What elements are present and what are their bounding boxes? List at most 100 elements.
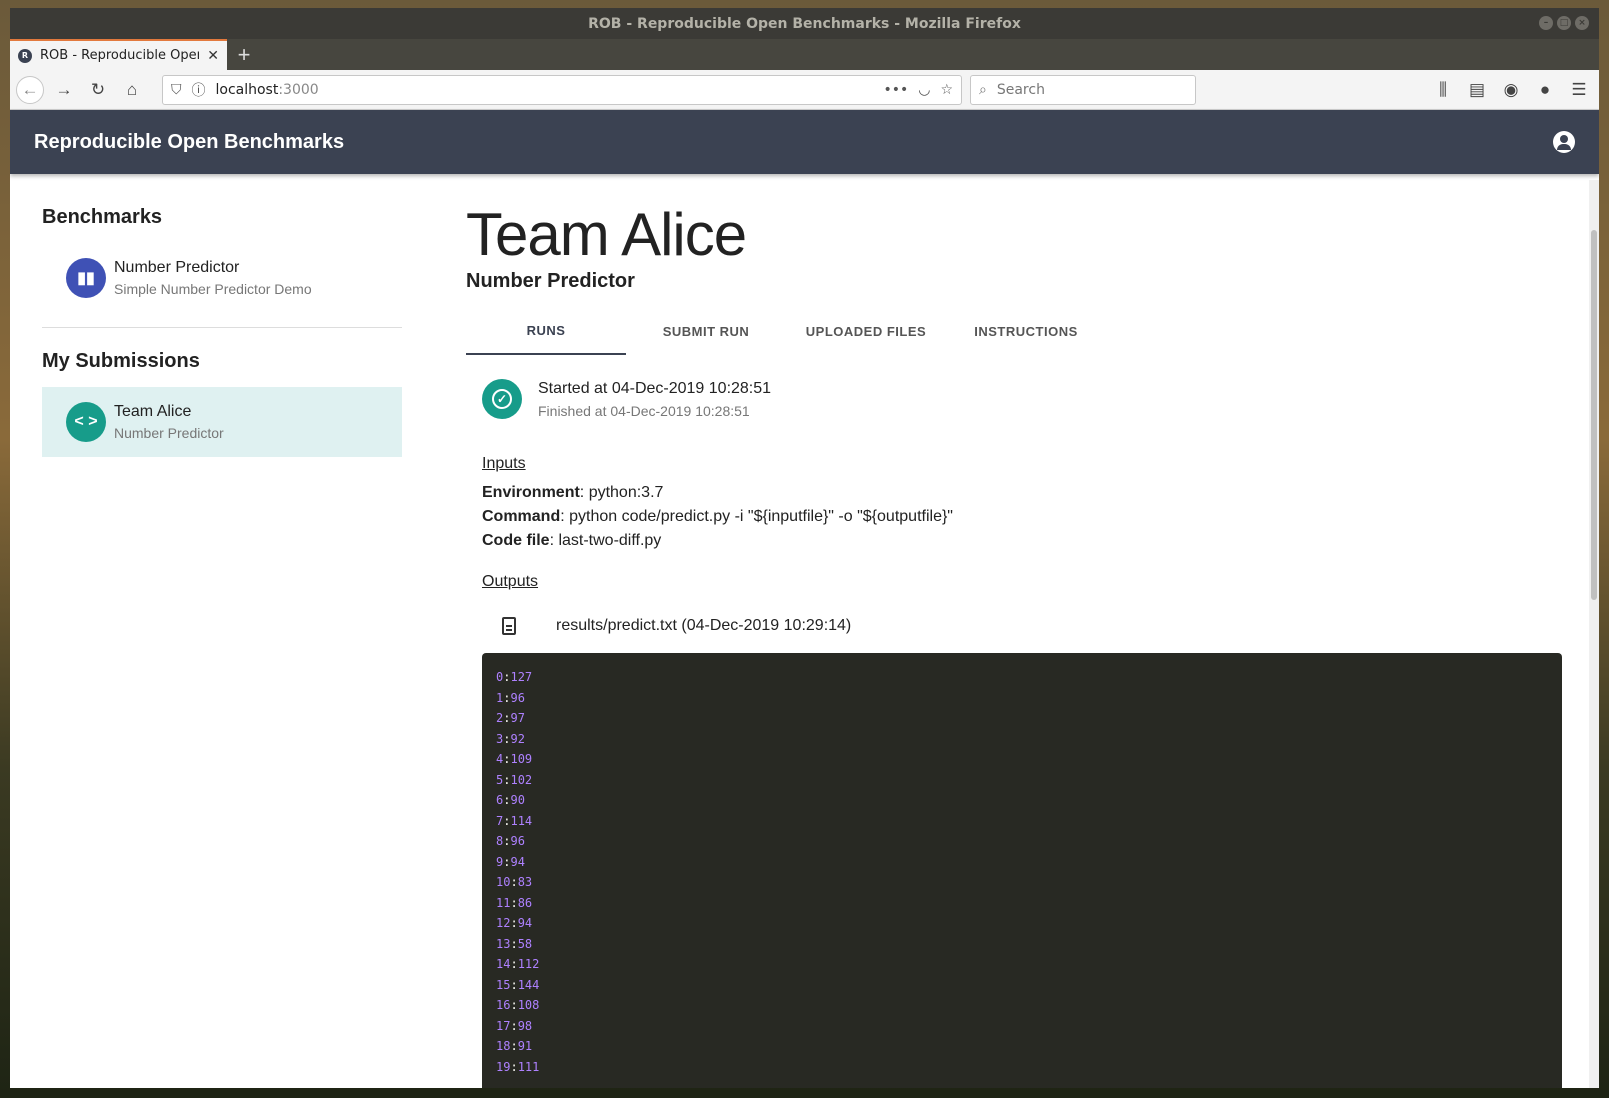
benchmark-name: Number Predictor	[114, 259, 240, 276]
search-icon: ⌕	[979, 81, 987, 98]
run-summary: ✓ Started at 04-Dec-2019 10:28:51 Finish…	[482, 379, 1599, 419]
output-line-separator: :	[510, 1018, 518, 1033]
app-title[interactable]: Reproducible Open Benchmarks	[34, 131, 344, 154]
output-line-value: 127	[510, 670, 533, 684]
tab-bar: RUNS SUBMIT RUN UPLOADED FILES INSTRUCTI…	[466, 307, 1599, 355]
output-line-index: 13	[496, 936, 511, 951]
close-window-icon[interactable]: ×	[1575, 16, 1589, 30]
output-line-value: 102	[510, 772, 533, 787]
input-key: Code file	[482, 532, 550, 549]
output-line-value: 94	[510, 854, 525, 869]
output-line-separator: :	[510, 875, 518, 889]
output-line-separator: :	[510, 936, 518, 951]
input-environment: Environment: python:3.7	[482, 481, 1599, 505]
output-line: 2:97	[496, 708, 1548, 729]
output-line-value: 90	[510, 793, 525, 807]
output-line: 7:114	[496, 811, 1548, 832]
tab-title: ROB - Reproducible Open Benchmarks	[40, 48, 199, 63]
url-bar[interactable]: ⛉ ⓘ localhost:3000 ••• ◡ ☆	[162, 74, 962, 105]
browser-window: ROB - Reproducible Open Benchmarks - Moz…	[10, 8, 1599, 1088]
output-line: 14:112	[496, 954, 1548, 975]
sidebar-toggle-icon[interactable]: ▤	[1463, 76, 1491, 104]
output-line: 4:109	[496, 749, 1548, 770]
extension-icon[interactable]: ◉	[1497, 76, 1525, 104]
menu-icon[interactable]: ☰	[1565, 76, 1593, 104]
input-code-file: Code file: last-two-diff.py	[482, 529, 1599, 553]
firefox-account-icon[interactable]: ●	[1531, 76, 1559, 104]
output-line: 19:111	[496, 1057, 1548, 1078]
output-line-value: 114	[510, 813, 533, 828]
info-icon[interactable]: ⓘ	[192, 80, 206, 100]
output-line-value: 109	[510, 752, 533, 766]
output-line-value: 96	[510, 834, 525, 848]
benchmarks-heading: Benchmarks	[42, 206, 163, 228]
url-port: :3000	[278, 81, 319, 98]
output-line-index: 15	[496, 977, 511, 992]
output-line: 17:98	[496, 1016, 1548, 1037]
run-started: Started at 04-Dec-2019 10:28:51	[538, 379, 772, 397]
back-icon[interactable]: ←	[16, 75, 44, 104]
output-line-value: 111	[517, 1059, 540, 1074]
bar-chart-icon: ▮▮	[66, 258, 106, 298]
output-file-name: results/predict.txt (04-Dec-2019 10:29:1…	[556, 617, 852, 634]
page-scrollbar[interactable]	[1589, 180, 1599, 1088]
output-line-value: 144	[517, 977, 540, 992]
code-icon: < >	[66, 402, 106, 442]
benchmark-description: Simple Number Predictor Demo	[114, 281, 312, 297]
output-line-value: 83	[517, 875, 533, 889]
output-line: 8:96	[496, 831, 1548, 852]
output-line: 6:90	[496, 790, 1548, 811]
output-line-separator: :	[510, 1059, 518, 1074]
submission-item[interactable]: < > Team Alice Number Predictor	[42, 387, 402, 457]
output-line-index: 19	[496, 1059, 511, 1074]
pocket-icon[interactable]: ◡	[918, 82, 930, 98]
output-line-separator: :	[510, 895, 518, 910]
bookmark-star-icon[interactable]: ☆	[940, 82, 953, 98]
tab-uploaded-files[interactable]: UPLOADED FILES	[786, 307, 946, 355]
maximize-icon[interactable]: □	[1557, 16, 1571, 30]
input-value: : python:3.7	[579, 484, 664, 501]
output-line-separator: :	[510, 1039, 518, 1053]
close-tab-icon[interactable]: ✕	[207, 48, 219, 64]
page-actions-icon[interactable]: •••	[883, 82, 908, 98]
tab-strip: R ROB - Reproducible Open Benchmarks ✕ +	[10, 39, 1599, 70]
output-line-separator: :	[510, 977, 518, 992]
output-line: 16:108	[496, 995, 1548, 1016]
file-icon	[502, 617, 516, 635]
submission-benchmark: Number Predictor	[114, 425, 224, 441]
output-line-value: 58	[517, 936, 533, 951]
forward-icon[interactable]: →	[50, 76, 78, 104]
app-header: Reproducible Open Benchmarks	[10, 110, 1599, 174]
benchmark-item[interactable]: ▮▮ Number Predictor Simple Number Predic…	[42, 243, 402, 313]
home-icon[interactable]: ⌂	[118, 76, 146, 104]
search-input[interactable]: ⌕ Search	[970, 74, 1196, 105]
output-line: 0:127	[496, 667, 1548, 688]
submissions-heading: My Submissions	[42, 350, 200, 372]
output-line-separator: :	[510, 998, 518, 1012]
tab-instructions[interactable]: INSTRUCTIONS	[946, 307, 1106, 355]
browser-tab[interactable]: R ROB - Reproducible Open Benchmarks ✕	[10, 39, 227, 70]
page-title: Team Alice	[466, 201, 747, 268]
output-line-separator: :	[510, 916, 518, 930]
run-finished: Finished at 04-Dec-2019 10:28:51	[538, 402, 750, 419]
reload-icon[interactable]: ↻	[84, 76, 112, 104]
output-line: 18:91	[496, 1036, 1548, 1057]
account-circle-icon[interactable]	[1553, 131, 1575, 153]
navigation-toolbar: ← → ↻ ⌂ ⛉ ⓘ localhost:3000 ••• ◡ ☆ ⌕ Sea…	[10, 70, 1599, 110]
output-line-index: 14	[496, 957, 511, 971]
input-key: Environment	[482, 484, 580, 501]
url-host: localhost	[215, 81, 279, 98]
input-key: Command	[482, 508, 561, 525]
tab-runs[interactable]: RUNS	[466, 307, 626, 355]
page-content: Benchmarks ▮▮ Number Predictor Simple Nu…	[10, 174, 1599, 1088]
new-tab-icon[interactable]: +	[227, 39, 261, 70]
output-line-value: 86	[517, 895, 533, 910]
minimize-icon[interactable]: –	[1539, 16, 1553, 30]
shield-icon[interactable]: ⛉	[171, 82, 182, 98]
output-line: 1:96	[496, 688, 1548, 709]
library-icon[interactable]: ⫼	[1429, 76, 1457, 104]
output-file-row[interactable]: results/predict.txt (04-Dec-2019 10:29:1…	[502, 617, 1599, 635]
tab-submit-run[interactable]: SUBMIT RUN	[626, 307, 786, 355]
scrollbar-thumb[interactable]	[1591, 230, 1597, 600]
page-subtitle: Number Predictor	[466, 270, 635, 292]
